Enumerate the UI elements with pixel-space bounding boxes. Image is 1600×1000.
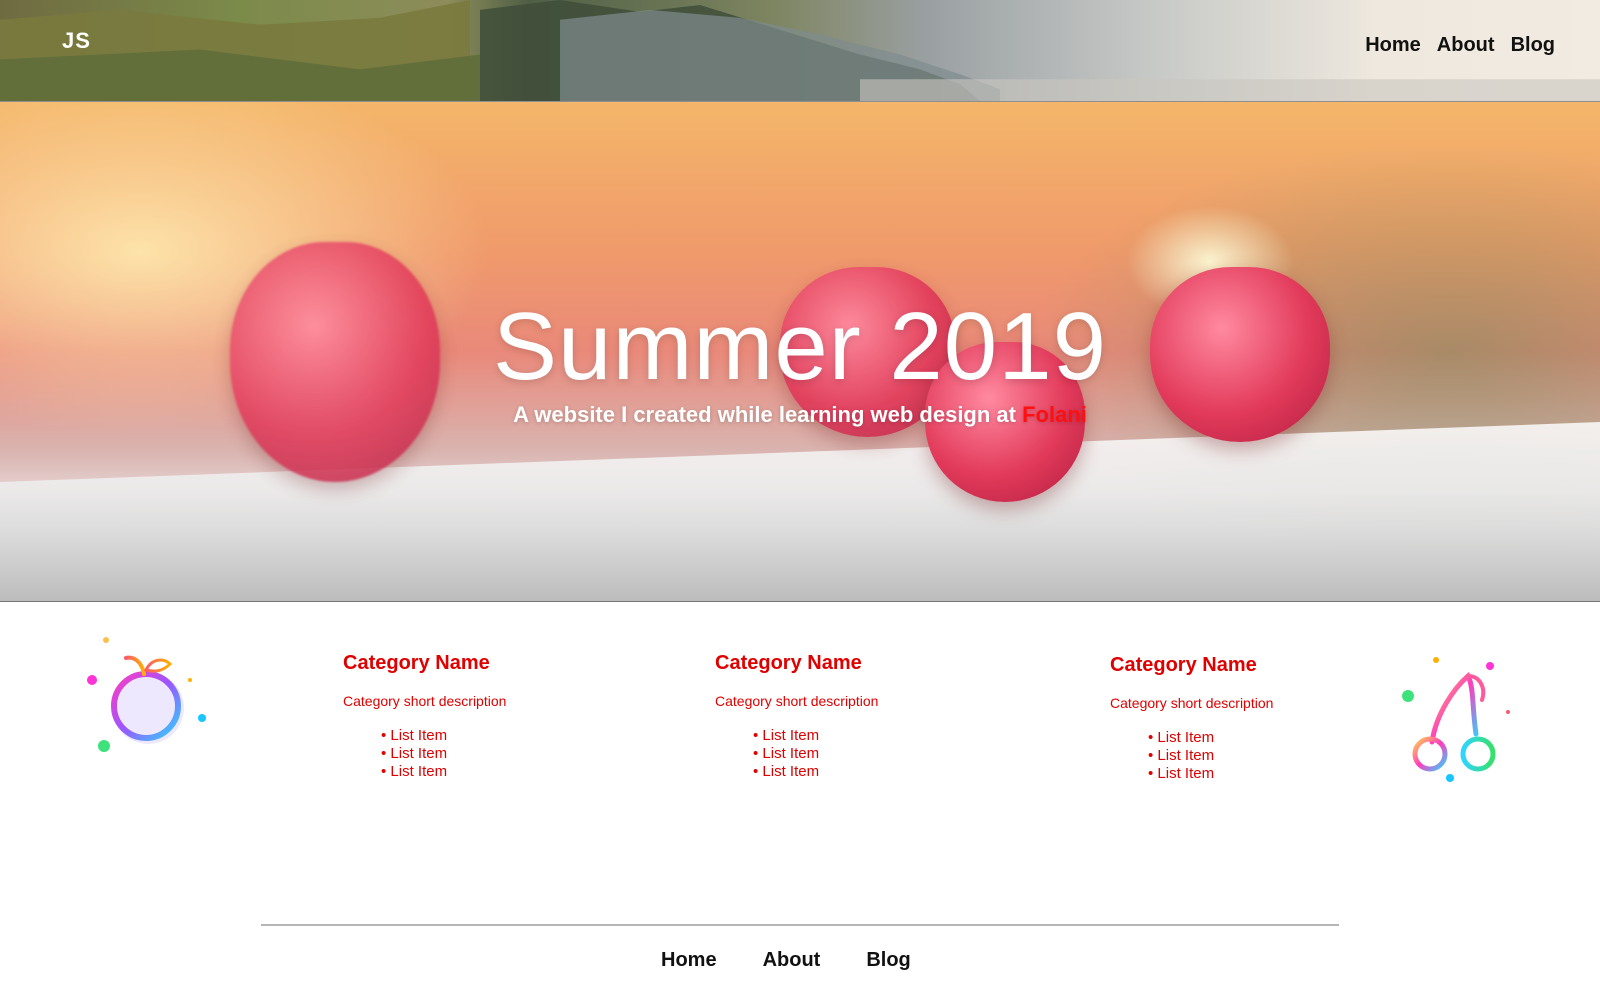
category-list: List Item List Item List Item bbox=[1148, 729, 1350, 783]
category-card-1: Category Name Category short description… bbox=[343, 652, 583, 781]
footer-divider bbox=[261, 924, 1339, 926]
list-item[interactable]: List Item bbox=[753, 727, 955, 745]
category-description: Category short description bbox=[1110, 695, 1274, 711]
nav-blog-link[interactable]: Blog bbox=[1511, 34, 1555, 57]
list-item[interactable]: List Item bbox=[1148, 729, 1350, 747]
category-title: Category Name bbox=[1110, 654, 1257, 676]
hero-title: Summer 2019 bbox=[493, 293, 1107, 400]
category-description: Category short description bbox=[715, 693, 879, 709]
list-item[interactable]: List Item bbox=[381, 727, 583, 745]
hero-subtitle-text: A website I created while learning web d… bbox=[513, 402, 1023, 427]
list-item[interactable]: List Item bbox=[381, 745, 583, 763]
footer-home-link[interactable]: Home bbox=[661, 949, 717, 972]
cherry-icon bbox=[1402, 654, 1512, 784]
site-header: JS Home About Blog bbox=[0, 0, 1600, 102]
site-logo[interactable]: JS bbox=[62, 28, 91, 54]
peach-icon bbox=[86, 636, 208, 758]
category-card-2: Category Name Category short description… bbox=[715, 652, 955, 781]
footer-nav: Home About Blog bbox=[661, 949, 911, 972]
footer-blog-link[interactable]: Blog bbox=[866, 949, 910, 972]
nav-about-link[interactable]: About bbox=[1437, 34, 1495, 57]
list-item[interactable]: List Item bbox=[753, 745, 955, 763]
category-title: Category Name bbox=[343, 652, 490, 674]
category-list: List Item List Item List Item bbox=[753, 727, 955, 781]
list-item[interactable]: List Item bbox=[753, 763, 955, 781]
category-title: Category Name bbox=[715, 652, 862, 674]
top-nav: Home About Blog bbox=[1365, 34, 1555, 57]
hero-subtitle: A website I created while learning web d… bbox=[0, 402, 1600, 428]
list-item[interactable]: List Item bbox=[381, 763, 583, 781]
footer-about-link[interactable]: About bbox=[763, 949, 821, 972]
school-link[interactable]: Folani bbox=[1022, 402, 1087, 427]
category-card-3: Category Name Category short description… bbox=[1110, 654, 1350, 783]
category-description: Category short description bbox=[343, 693, 507, 709]
hero-banner: Summer 2019 A website I created while le… bbox=[0, 102, 1600, 602]
category-list: List Item List Item List Item bbox=[381, 727, 583, 781]
list-item[interactable]: List Item bbox=[1148, 765, 1350, 783]
nav-home-link[interactable]: Home bbox=[1365, 34, 1421, 57]
header-landscape-image bbox=[0, 0, 1600, 101]
list-item[interactable]: List Item bbox=[1148, 747, 1350, 765]
